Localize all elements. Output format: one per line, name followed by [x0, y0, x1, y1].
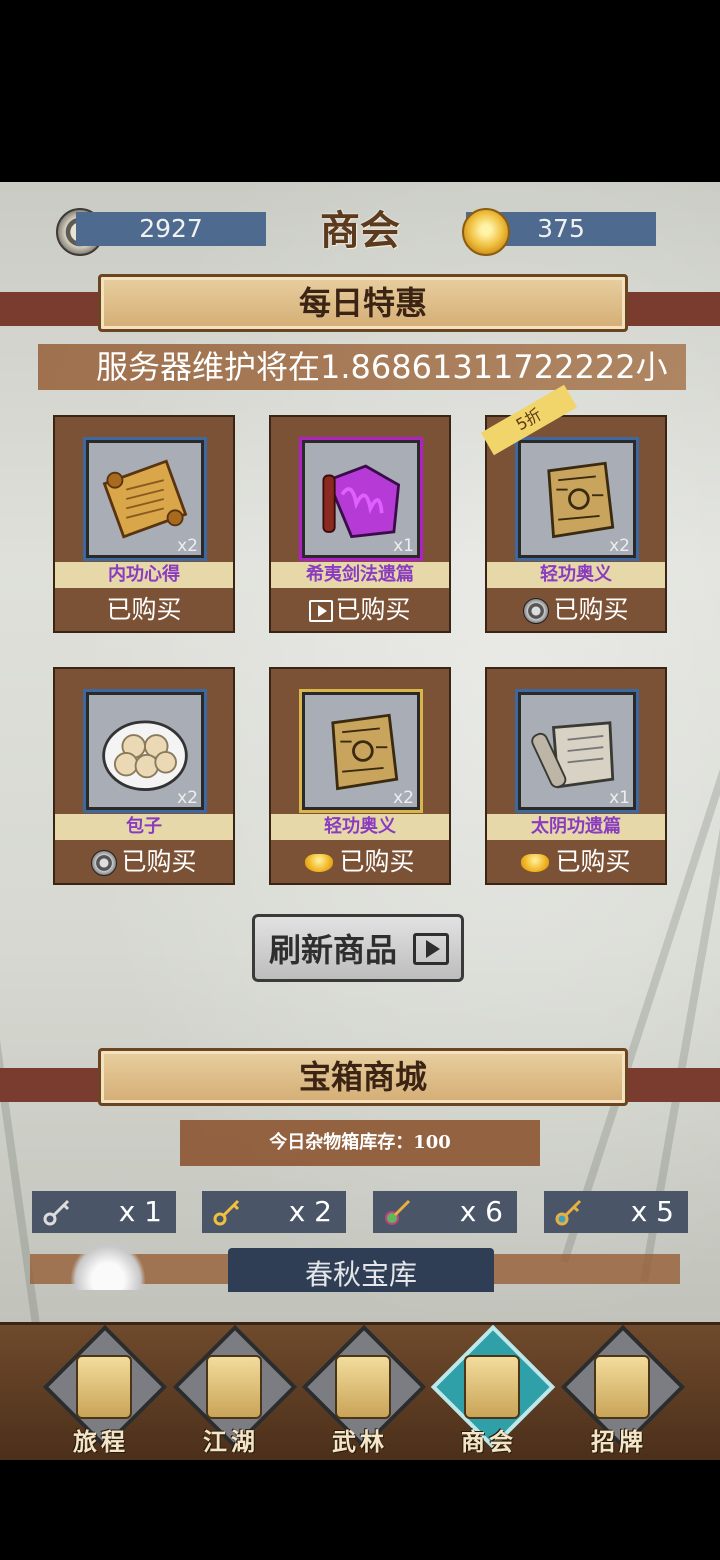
purchased-button[interactable]: 已购买	[271, 589, 449, 631]
gold-ingot-icon	[305, 854, 334, 872]
purchase-label: 已购买	[553, 595, 629, 624]
nav-label: 招牌	[591, 1427, 647, 1456]
nav-signboard[interactable]: 招牌	[556, 1324, 686, 1459]
nav-jianghu[interactable]: 江湖	[168, 1324, 298, 1459]
nav-label: 商会	[461, 1427, 517, 1456]
gate-icon	[206, 1355, 262, 1419]
shop-item-card[interactable]: x2 5折 轻功奥义 已购买	[480, 384, 667, 633]
key-count: x 2	[288, 1195, 332, 1228]
old-scroll-icon	[531, 721, 615, 789]
purchased-button[interactable]: 已购买	[55, 589, 233, 631]
item-quantity: x2	[177, 536, 198, 556]
key-count: x 5	[630, 1195, 674, 1228]
refresh-items-button[interactable]: 刷新商品	[252, 914, 464, 982]
item-slot: x2	[299, 689, 423, 813]
purchased-button[interactable]: 已购买	[271, 841, 449, 883]
purchase-label: 已购买	[121, 847, 197, 876]
item-name: 希夷剑法遗篇	[271, 562, 449, 588]
key-count-box: x 1	[32, 1191, 176, 1233]
item-name: 太阴功遗篇	[487, 814, 665, 840]
purchased-button[interactable]: 已购买	[487, 841, 665, 883]
purchase-label: 已购买	[106, 595, 182, 624]
video-ad-icon	[309, 600, 334, 622]
item-quantity: x2	[177, 788, 198, 808]
key-count-box: x 2	[202, 1191, 346, 1233]
nav-label: 武林	[332, 1427, 388, 1456]
item-quantity: x2	[609, 536, 630, 556]
traveler-icon	[76, 1355, 132, 1419]
buns-icon	[102, 720, 188, 791]
chest-shop-title: 宝箱商城	[98, 1048, 628, 1106]
pavilion-icon	[464, 1355, 520, 1419]
gold-ingot-icon	[521, 854, 550, 872]
item-name: 轻功奥义	[271, 814, 449, 840]
maintenance-notice: 服务器维护将在1.86861311722222小	[38, 344, 686, 390]
item-quantity: x1	[609, 788, 630, 808]
daily-special-title: 每日特惠	[98, 274, 628, 332]
item-slot: x1	[515, 689, 639, 813]
key-count-box: x 5	[544, 1191, 688, 1233]
nav-label: 旅程	[73, 1427, 129, 1456]
scroll-icon	[102, 459, 188, 539]
nav-journey[interactable]: 旅程	[38, 1324, 168, 1459]
parchment-icon	[331, 713, 399, 791]
bottom-nav: 旅程 江湖 武林 商会 招牌	[0, 1322, 720, 1460]
item-slot: x2	[83, 689, 207, 813]
treasury-tab[interactable]: 春秋宝库	[228, 1248, 494, 1292]
copper-coin-icon	[523, 598, 550, 624]
nav-wulin[interactable]: 武林	[297, 1324, 427, 1459]
item-quantity: x1	[393, 536, 414, 556]
copper-coin-icon	[91, 850, 118, 876]
notice-text: 服务器维护将在1.86861311722222小	[96, 348, 668, 386]
key-count-box: x 6	[373, 1191, 517, 1233]
stock-info: 今日杂物箱库存：100	[180, 1120, 540, 1166]
purple-manual-icon	[322, 464, 401, 539]
purchased-button[interactable]: 已购买	[55, 841, 233, 883]
shop-screen: 2927 商会 375 每日特惠 服务器维护将在1.86861311722222…	[0, 182, 720, 1460]
gold-ingot-icon	[462, 208, 510, 256]
item-slot: x2	[83, 437, 207, 561]
video-ad-icon	[413, 933, 449, 965]
key-count: x 6	[459, 1195, 503, 1228]
item-name: 包子	[55, 814, 233, 840]
refresh-label: 刷新商品	[269, 931, 398, 969]
purchase-label: 已购买	[339, 847, 415, 876]
shop-item-card[interactable]: x2 内功心得 已购买	[53, 415, 235, 633]
item-quantity: x2	[393, 788, 414, 808]
crossed-swords-icon	[335, 1355, 391, 1419]
shop-item-card[interactable]: x2 包子 已购买	[53, 667, 235, 885]
parchment-icon	[547, 461, 615, 539]
purchased-button[interactable]: 已购买	[487, 589, 665, 631]
key-count: x 1	[118, 1195, 162, 1228]
nav-label: 江湖	[203, 1427, 259, 1456]
purchase-label: 已购买	[335, 595, 411, 624]
sage-portrait	[70, 1240, 146, 1290]
silver-key-icon	[43, 1199, 70, 1226]
shop-item-card[interactable]: x1 太阴功遗篇 已购买	[485, 667, 667, 885]
item-name: 内功心得	[55, 562, 233, 588]
nav-shop[interactable]: 商会	[426, 1324, 556, 1459]
sign-card-icon	[594, 1355, 650, 1419]
item-slot: x1	[299, 437, 423, 561]
item-name: 轻功奥义	[487, 562, 665, 588]
purchase-label: 已购买	[555, 847, 631, 876]
gold-key-icon	[213, 1199, 240, 1226]
top-bar: 2927 商会 375	[0, 182, 720, 272]
jade-key-icon	[385, 1199, 411, 1225]
shop-item-card[interactable]: x1 希夷剑法遗篇 已购买	[269, 415, 451, 633]
item-slot: x2	[515, 437, 639, 561]
ornate-key-icon	[555, 1199, 582, 1226]
shop-item-card[interactable]: x2 轻功奥义 已购买	[269, 667, 451, 885]
